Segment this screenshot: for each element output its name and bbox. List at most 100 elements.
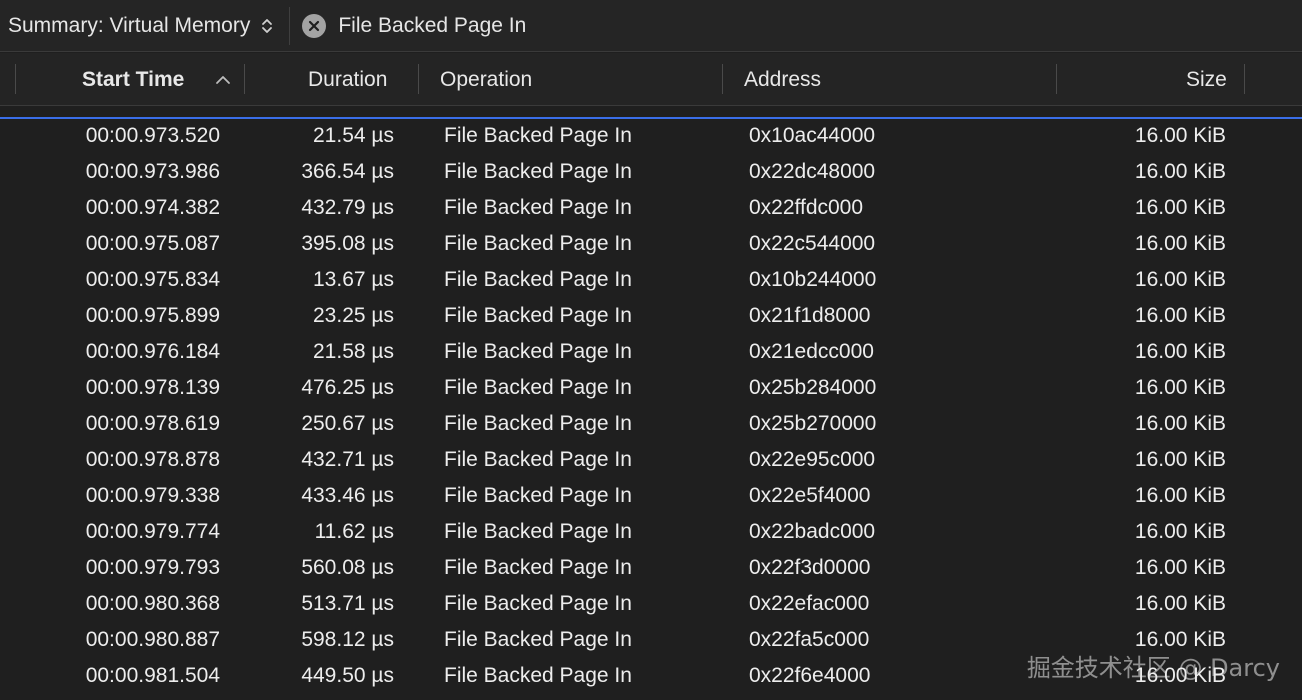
filter-label: File Backed Page In bbox=[338, 13, 527, 37]
cell-operation: File Backed Page In bbox=[444, 268, 632, 291]
cell-address: 0x22dc48000 bbox=[749, 160, 876, 183]
cell-size: 16.00 KiB bbox=[1134, 520, 1226, 543]
cell-size: 16.00 KiB bbox=[1134, 124, 1226, 147]
cell-start-time: 00:00.978.878 bbox=[85, 448, 220, 471]
column-header-label: Operation bbox=[440, 68, 533, 91]
column-divider[interactable] bbox=[418, 64, 419, 94]
table-body: 00:00.973.520 21.54 µs File Backed Page … bbox=[0, 118, 1302, 694]
cell-start-time: 00:00.979.793 bbox=[85, 556, 220, 579]
cell-duration: 432.71 µs bbox=[301, 448, 394, 471]
column-header-size[interactable]: Size bbox=[1186, 53, 1227, 106]
toolbar: Summary: Virtual Memory File Backed Page… bbox=[0, 0, 1302, 52]
cell-start-time: 00:00.980.887 bbox=[85, 628, 220, 651]
column-divider[interactable] bbox=[722, 64, 723, 94]
cell-address: 0x10ac44000 bbox=[749, 124, 876, 147]
cell-size: 16.00 KiB bbox=[1134, 340, 1226, 363]
cell-operation: File Backed Page In bbox=[444, 412, 632, 435]
toolbar-divider bbox=[289, 6, 291, 45]
cell-address: 0x21edcc000 bbox=[749, 340, 874, 363]
cell-size: 16.00 KiB bbox=[1134, 196, 1226, 219]
cell-address: 0x22e5f4000 bbox=[749, 484, 871, 507]
column-divider[interactable] bbox=[1244, 64, 1245, 94]
table-row[interactable]: 00:00.975.899 23.25 µs File Backed Page … bbox=[0, 298, 1302, 334]
cell-start-time: 00:00.978.619 bbox=[85, 412, 220, 435]
cell-start-time: 00:00.974.382 bbox=[85, 196, 220, 219]
cell-size: 16.00 KiB bbox=[1134, 160, 1226, 183]
cell-start-time: 00:00.979.774 bbox=[85, 520, 220, 543]
updown-chevron-icon bbox=[260, 15, 274, 37]
cell-operation: File Backed Page In bbox=[444, 484, 632, 507]
table-row[interactable]: 00:00.979.338 433.46 µs File Backed Page… bbox=[0, 478, 1302, 514]
cell-duration: 513.71 µs bbox=[301, 592, 394, 615]
cell-start-time: 00:00.980.368 bbox=[85, 592, 220, 615]
table-row[interactable]: 00:00.975.087 395.08 µs File Backed Page… bbox=[0, 226, 1302, 262]
cell-address: 0x25b270000 bbox=[749, 412, 877, 435]
table-row[interactable]: 00:00.978.619 250.67 µs File Backed Page… bbox=[0, 406, 1302, 442]
column-divider[interactable] bbox=[1056, 64, 1057, 94]
cell-start-time: 00:00.978.139 bbox=[85, 376, 220, 399]
column-header-label: Size bbox=[1186, 68, 1227, 91]
cell-address: 0x22ffdc000 bbox=[749, 196, 864, 219]
table-row[interactable]: 00:00.976.184 21.58 µs File Backed Page … bbox=[0, 334, 1302, 370]
cell-operation: File Backed Page In bbox=[444, 664, 632, 687]
column-header-start-time[interactable]: Start Time bbox=[82, 53, 184, 106]
table-row[interactable]: 00:00.974.382 432.79 µs File Backed Page… bbox=[0, 190, 1302, 226]
cell-address: 0x10b244000 bbox=[749, 268, 877, 291]
cell-address: 0x22fa5c000 bbox=[749, 628, 870, 651]
table-row[interactable]: 00:00.973.986 366.54 µs File Backed Page… bbox=[0, 154, 1302, 190]
cell-duration: 366.54 µs bbox=[301, 160, 394, 183]
cell-size: 16.00 KiB bbox=[1134, 592, 1226, 615]
cell-address: 0x22efac000 bbox=[749, 592, 870, 615]
cell-start-time: 00:00.975.087 bbox=[85, 232, 220, 255]
cell-size: 16.00 KiB bbox=[1134, 376, 1226, 399]
table-header: Start Time Duration Operation Address Si… bbox=[0, 53, 1302, 106]
cell-start-time: 00:00.981.504 bbox=[85, 664, 220, 687]
summary-selector[interactable]: Summary: Virtual Memory bbox=[0, 0, 274, 51]
cell-operation: File Backed Page In bbox=[444, 304, 632, 327]
cell-start-time: 00:00.979.338 bbox=[85, 484, 220, 507]
table-row[interactable]: 00:00.980.368 513.71 µs File Backed Page… bbox=[0, 586, 1302, 622]
filter-token: File Backed Page In bbox=[302, 0, 526, 51]
cell-address: 0x25b284000 bbox=[749, 376, 877, 399]
column-divider[interactable] bbox=[244, 64, 245, 94]
cell-address: 0x22e95c000 bbox=[749, 448, 876, 471]
column-header-operation[interactable]: Operation bbox=[440, 53, 532, 106]
table-row[interactable]: 00:00.978.878 432.71 µs File Backed Page… bbox=[0, 442, 1302, 478]
column-header-duration[interactable]: Duration bbox=[308, 53, 387, 106]
cell-start-time: 00:00.973.986 bbox=[85, 160, 220, 183]
instruments-window: Summary: Virtual Memory File Backed Page… bbox=[0, 0, 1302, 700]
cell-duration: 250.67 µs bbox=[301, 412, 394, 435]
table-row[interactable]: 00:00.979.793 560.08 µs File Backed Page… bbox=[0, 550, 1302, 586]
cell-operation: File Backed Page In bbox=[444, 628, 632, 651]
cell-address: 0x22c544000 bbox=[749, 232, 876, 255]
cell-size: 16.00 KiB bbox=[1134, 412, 1226, 435]
cell-duration: 21.58 µs bbox=[313, 340, 394, 363]
cell-operation: File Backed Page In bbox=[444, 196, 632, 219]
cell-size: 16.00 KiB bbox=[1134, 484, 1226, 507]
cell-address: 0x22badc000 bbox=[749, 520, 876, 543]
table-row[interactable]: 00:00.973.520 21.54 µs File Backed Page … bbox=[0, 118, 1302, 154]
cell-operation: File Backed Page In bbox=[444, 556, 632, 579]
cell-start-time: 00:00.976.184 bbox=[85, 340, 220, 363]
cell-duration: 560.08 µs bbox=[301, 556, 394, 579]
cell-start-time: 00:00.975.899 bbox=[85, 304, 220, 327]
cell-size: 16.00 KiB bbox=[1134, 232, 1226, 255]
cell-duration: 449.50 µs bbox=[301, 664, 394, 687]
cell-operation: File Backed Page In bbox=[444, 340, 632, 363]
column-divider[interactable] bbox=[15, 64, 16, 94]
cell-operation: File Backed Page In bbox=[444, 160, 632, 183]
cell-duration: 21.54 µs bbox=[313, 124, 394, 147]
cell-operation: File Backed Page In bbox=[444, 592, 632, 615]
column-header-label: Address bbox=[744, 68, 822, 91]
table-row[interactable]: 00:00.975.834 13.67 µs File Backed Page … bbox=[0, 262, 1302, 298]
cell-duration: 23.25 µs bbox=[313, 304, 394, 327]
cell-address: 0x22f3d0000 bbox=[749, 556, 871, 579]
clear-x-icon[interactable] bbox=[302, 13, 327, 38]
column-header-address[interactable]: Address bbox=[744, 53, 821, 106]
table-row[interactable]: 00:00.978.139 476.25 µs File Backed Page… bbox=[0, 370, 1302, 406]
cell-size: 16.00 KiB bbox=[1134, 448, 1226, 471]
table-row[interactable]: 00:00.979.774 11.62 µs File Backed Page … bbox=[0, 514, 1302, 550]
column-header-label: Duration bbox=[308, 68, 388, 91]
cell-duration: 395.08 µs bbox=[301, 232, 394, 255]
cell-duration: 476.25 µs bbox=[301, 376, 394, 399]
